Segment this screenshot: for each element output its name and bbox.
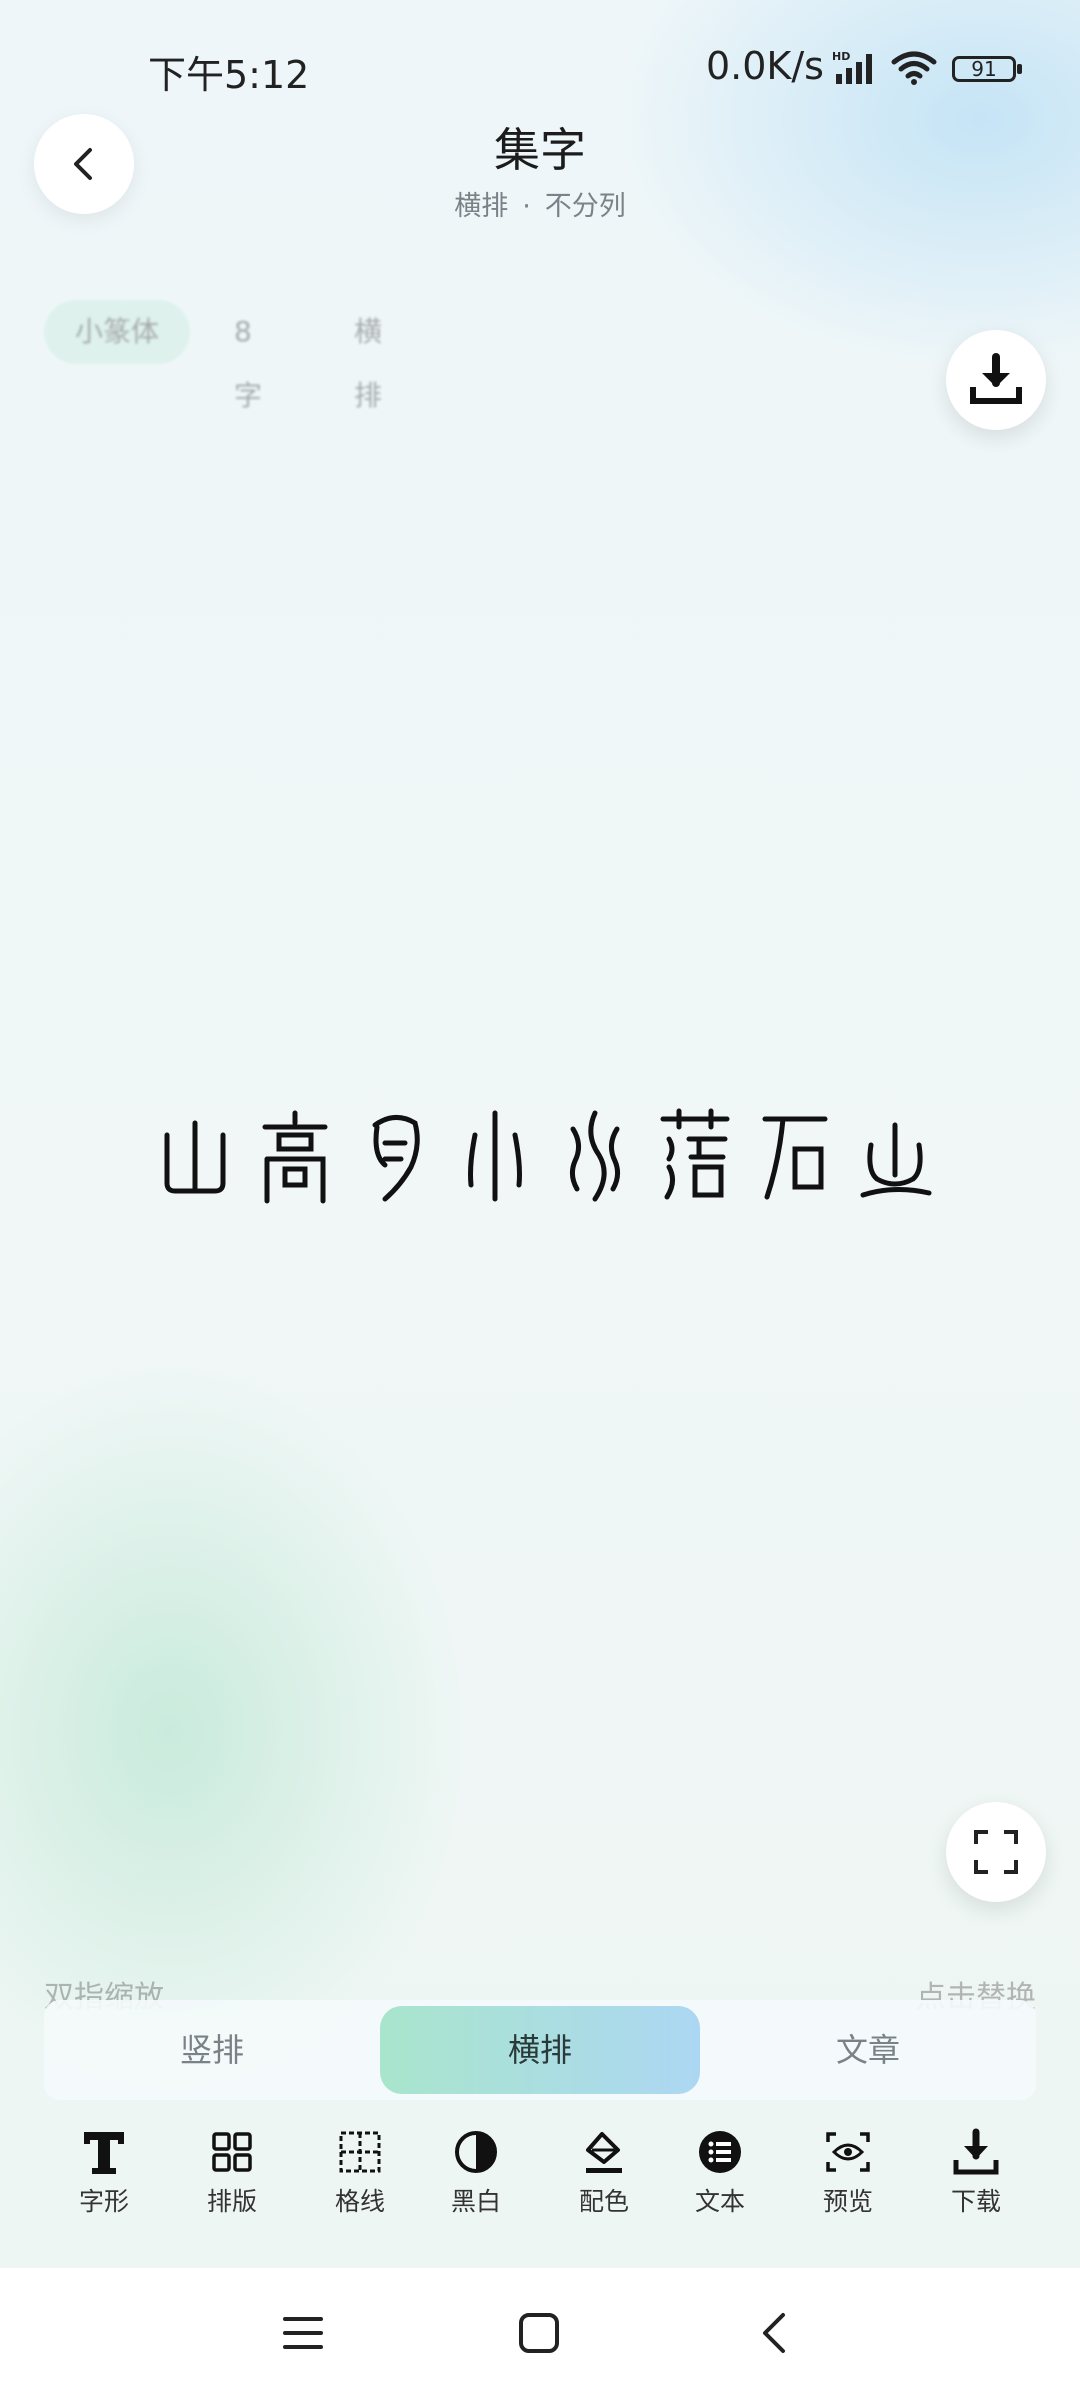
layout-segmented-control: 竖排 横排 文章: [44, 2000, 1036, 2100]
recent-apps-button[interactable]: [268, 2298, 338, 2368]
status-time: 下午5:12: [148, 53, 310, 97]
glyph-3[interactable]: 月: [355, 1105, 435, 1205]
tool-download-label: 下载: [950, 2187, 1001, 2216]
system-back-button[interactable]: [740, 2298, 810, 2368]
tab-vertical[interactable]: 竖排: [44, 2006, 380, 2094]
glyph-1[interactable]: 山: [155, 1105, 235, 1205]
tool-grid-label: 格线: [334, 2187, 385, 2216]
fullscreen-button[interactable]: [946, 1802, 1046, 1902]
tool-layout-label: 排版: [206, 2187, 257, 2216]
calligraphy-canvas[interactable]: 山 高 月 小 水 落 石 出: [155, 1105, 935, 1205]
system-navigation-bar: [0, 2268, 1080, 2400]
preview-eye-icon: [826, 2132, 870, 2172]
tool-preview-label: 预览: [822, 2187, 873, 2216]
subtitle-dot: ·: [522, 191, 531, 222]
wifi-icon: [890, 50, 938, 90]
tool-text-label: 文本: [694, 2187, 745, 2216]
page-subtitle: 横排 · 不分列: [0, 184, 1080, 223]
download-fab-button[interactable]: [946, 330, 1046, 430]
tool-color-label: 配色: [578, 2187, 629, 2216]
battery-indicator: 91: [952, 56, 1022, 82]
tool-preview-button[interactable]: 预览: [793, 2128, 903, 2218]
signal-icon: HD: [832, 50, 884, 90]
chip-orientation[interactable]: 横排: [354, 300, 382, 412]
font-t-icon: [84, 2132, 124, 2174]
tab-article[interactable]: 文章: [700, 2006, 1036, 2094]
glyph-5[interactable]: 水: [555, 1105, 635, 1205]
gridlines-icon: [339, 2131, 381, 2173]
glyph-4[interactable]: 小: [455, 1105, 535, 1205]
paint-bucket-icon: [586, 2132, 622, 2173]
tool-grid-button[interactable]: 格线: [305, 2128, 415, 2218]
glyph-2[interactable]: 高: [255, 1105, 335, 1205]
tool-font-button[interactable]: 字形: [49, 2128, 159, 2218]
tool-font-label: 字形: [78, 2187, 129, 2216]
glyph-7[interactable]: 石: [755, 1105, 835, 1205]
bottom-toolbar: 字形 排版 格线 黑白 配色 文本 预览 下载: [0, 2114, 1080, 2244]
tool-download-button[interactable]: 下载: [921, 2128, 1031, 2218]
contrast-icon: [455, 2131, 497, 2173]
grid-layout-icon: [212, 2132, 252, 2172]
tool-bw-button[interactable]: 黑白: [421, 2128, 531, 2218]
nav-back-icon: [763, 2313, 785, 2353]
subtitle-orientation: 横排: [454, 191, 509, 222]
chip-font-style[interactable]: 小篆体: [44, 300, 190, 364]
chip-char-count[interactable]: 8字: [234, 300, 262, 412]
tool-text-button[interactable]: 文本: [665, 2128, 775, 2218]
text-list-icon: [699, 2131, 741, 2173]
network-speed: 0.0K/s: [706, 44, 824, 88]
menu-icon: [283, 2317, 323, 2349]
download-icon: [970, 353, 1022, 404]
tool-bw-label: 黑白: [450, 2187, 501, 2216]
download-icon: [953, 2128, 999, 2175]
subtitle-column: 不分列: [544, 191, 626, 222]
page-title: 集字: [494, 123, 586, 177]
tool-layout-button[interactable]: 排版: [177, 2128, 287, 2218]
tool-color-button[interactable]: 配色: [549, 2128, 659, 2218]
home-button[interactable]: [504, 2298, 574, 2368]
fullscreen-icon: [974, 1830, 1018, 1874]
tab-horizontal[interactable]: 横排: [380, 2006, 700, 2094]
glyph-8[interactable]: 出: [855, 1105, 935, 1205]
home-icon: [519, 2313, 559, 2353]
hd-tag: HD: [832, 50, 850, 63]
glyph-6[interactable]: 落: [655, 1105, 735, 1205]
